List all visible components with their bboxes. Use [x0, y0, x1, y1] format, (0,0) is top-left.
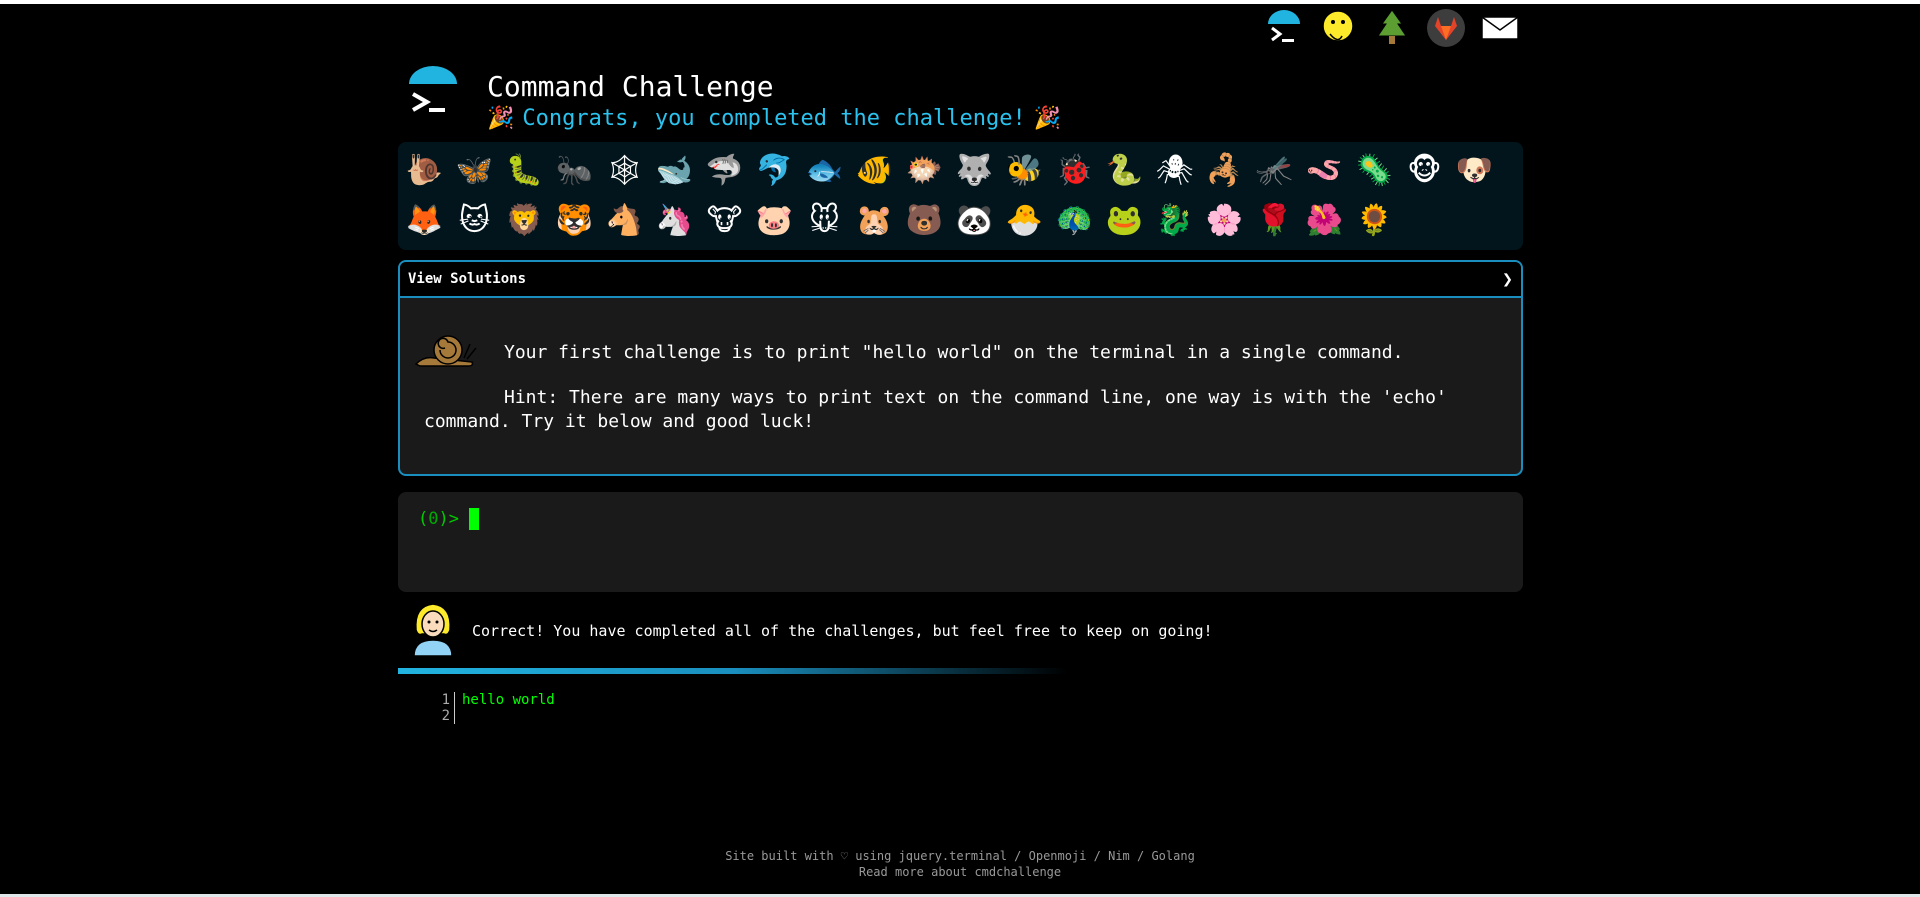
challenge-animal-icon[interactable]: 🕸	[604, 148, 645, 194]
challenge-hint: Hint: There are many ways to print text …	[424, 387, 1447, 432]
challenge-animal-icon[interactable]: 🐶	[1454, 148, 1495, 194]
party-popper-icon: 🎉	[1033, 106, 1062, 131]
challenge-animal-icon[interactable]: 🐠	[854, 148, 895, 194]
prompt-open: (	[418, 509, 429, 529]
challenge-animal-icon[interactable]: 🐷	[754, 198, 795, 244]
progress-bar	[398, 668, 1068, 674]
gitlab-icon[interactable]	[1426, 8, 1466, 48]
line-number: 1	[441, 692, 450, 708]
challenge-animal-icon[interactable]: 🌺	[1304, 198, 1345, 244]
logo-icon[interactable]	[405, 66, 461, 122]
chevron-right-icon: ❯	[1502, 268, 1513, 290]
terminal-prompt: (0)>	[418, 508, 1503, 530]
footer-read-more-link[interactable]: Read more about cmdchallenge	[0, 864, 1920, 880]
challenge-animal-icon[interactable]: 🌻	[1354, 198, 1395, 244]
challenge-animal-icon[interactable]: 🐺	[954, 148, 995, 194]
congrats-text: Congrats, you completed the challenge!	[522, 106, 1026, 131]
challenge-animal-icon[interactable]: 🪱	[1304, 148, 1345, 194]
line-separator	[454, 708, 455, 724]
challenge-animal-icon[interactable]: 🦟	[1254, 148, 1295, 194]
challenge-animal-icon[interactable]: 🦄	[654, 198, 695, 244]
line-content: hello world	[462, 692, 555, 708]
footer: Site built with ♡ using jquery.terminal …	[0, 848, 1920, 880]
face-icon[interactable]	[1318, 8, 1358, 48]
command-output: 1 hello world 2	[440, 692, 555, 724]
challenge-panel: View Solutions ❯ Your first challenge is…	[398, 260, 1523, 476]
challenge-animal-icon[interactable]: 🌹	[1254, 198, 1295, 244]
footer-credits[interactable]: Site built with ♡ using jquery.terminal …	[0, 848, 1920, 864]
challenge-animal-icon[interactable]: 🐛	[504, 148, 545, 194]
challenge-animal-icon[interactable]: 🦁	[504, 198, 545, 244]
terminal-icon[interactable]	[1264, 8, 1304, 48]
challenge-animal-icon[interactable]: 🦈	[704, 148, 745, 194]
tree-icon[interactable]	[1372, 8, 1412, 48]
challenge-text: Your first challenge is to print "hello …	[504, 342, 1404, 363]
challenge-animal-icon[interactable]: 🐯	[554, 198, 595, 244]
view-solutions-label: View Solutions	[408, 271, 527, 287]
challenge-animal-icon[interactable]: 🐼	[954, 198, 995, 244]
challenge-animal-icon[interactable]: 🐣	[1004, 198, 1045, 244]
challenge-animal-icon[interactable]: 🐍	[1104, 148, 1145, 194]
challenge-animal-icon[interactable]: 🌸	[1204, 198, 1245, 244]
view-solutions-toggle[interactable]: View Solutions ❯	[400, 262, 1521, 298]
top-icon-bar	[1264, 8, 1520, 48]
prompt-close: )>	[438, 509, 459, 529]
congrats-subtitle: 🎉 Congrats, you completed the challenge!…	[487, 106, 1061, 131]
challenge-animal-icon[interactable]: 🦂	[1204, 148, 1245, 194]
challenge-animal-icon[interactable]: 🦠	[1354, 148, 1395, 194]
result-message: Correct! You have completed all of the c…	[410, 600, 1510, 660]
challenge-animal-icon[interactable]: 🐹	[854, 198, 895, 244]
challenge-animal-icon[interactable]: 🦚	[1054, 198, 1095, 244]
challenge-animal-icon[interactable]: 🐟	[804, 148, 845, 194]
challenge-animal-icon[interactable]: 🐋	[654, 148, 695, 194]
challenge-animal-icon[interactable]: 🐜	[554, 148, 595, 194]
mail-icon[interactable]	[1480, 8, 1520, 48]
terminal-cursor[interactable]	[468, 508, 479, 530]
challenge-animal-icon[interactable]: 🐉	[1154, 198, 1195, 244]
header: Command Challenge 🎉 Congrats, you comple…	[405, 64, 1525, 138]
challenge-animal-icon[interactable]: 🐴	[604, 198, 645, 244]
challenge-animal-icon[interactable]: 🐭	[804, 198, 845, 244]
challenge-animal-icon[interactable]: 🐡	[904, 148, 945, 194]
challenge-animal-icon[interactable]: 🕷	[1154, 148, 1195, 194]
challenge-animal-icon[interactable]: 🐸	[1104, 198, 1145, 244]
output-line: 2	[440, 708, 555, 724]
challenge-animal-icon[interactable]: 🐝	[1004, 148, 1045, 194]
woman-icon	[413, 603, 453, 656]
challenge-animal-icon[interactable]: 🐬	[754, 148, 795, 194]
challenge-progress-strip: 🐌 🦋 🐛 🐜 🕸 🐋 🦈 🐬 🐟 🐠 🐡 🐺 🐝 🐞 🐍 🕷 🦂 🦟 🪱 🦠 🐵 🐶 🦊 🐱 🦁 🐯 🐴 🦄 🐮 🐷 🐭 🐹 🐻 🐼 🐣 🦚 🐸 🐉 🌸 🌹…	[398, 142, 1523, 250]
prompt-number: 0	[428, 509, 439, 529]
line-separator	[454, 692, 455, 708]
challenge-animal-icon[interactable]: 🐮	[704, 198, 745, 244]
top-border	[0, 0, 1920, 4]
terminal[interactable]: (0)>	[398, 492, 1523, 592]
challenge-animal-icon[interactable]: 🦊	[404, 198, 445, 244]
snail-icon	[414, 335, 477, 367]
challenge-animal-icon[interactable]: 🦋	[454, 148, 495, 194]
challenge-animal-icon[interactable]: 🐱	[454, 198, 495, 244]
output-line: 1 hello world	[440, 692, 555, 708]
party-popper-icon: 🎉	[487, 106, 515, 131]
line-number: 2	[441, 708, 450, 724]
challenge-animal-icon[interactable]: 🐵	[1404, 148, 1445, 194]
challenge-animal-icon[interactable]: 🐞	[1054, 148, 1095, 194]
correct-message-text: Correct! You have completed all of the c…	[472, 622, 1213, 640]
challenge-animal-icon[interactable]: 🐻	[904, 198, 945, 244]
page-title: Command Challenge	[487, 70, 774, 103]
challenge-animal-icon[interactable]: 🐌	[404, 148, 445, 194]
